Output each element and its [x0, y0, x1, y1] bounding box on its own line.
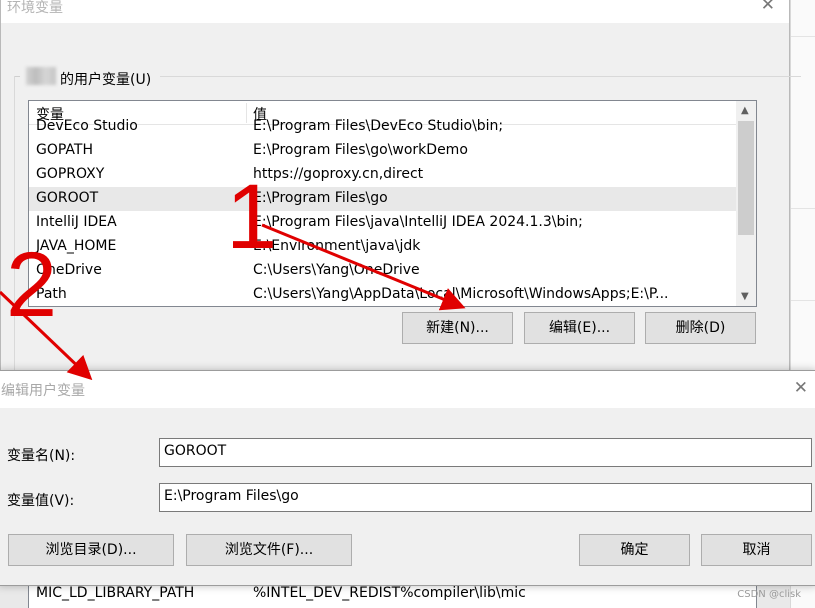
edit-user-variable-dialog: 编辑用户变量 ✕ 变量名(N): GOROOT 变量值(V): E:\Progr…: [0, 370, 815, 586]
cancel-button[interactable]: 取消: [701, 534, 812, 566]
dialog-title: 编辑用户变量: [1, 383, 85, 399]
table-row-selected[interactable]: GOROOT E:\Program Files\go: [29, 187, 736, 211]
variable-value-label: 变量值(V):: [7, 493, 75, 509]
table-row[interactable]: IntelliJ IDEA E:\Program Files\java\Inte…: [29, 211, 736, 235]
table-row[interactable]: GOPROXY https://goproxy.cn,direct: [29, 163, 736, 187]
delete-button[interactable]: 删除(D): [645, 312, 756, 344]
close-icon[interactable]: ✕: [794, 378, 808, 398]
close-icon[interactable]: ✕: [761, 0, 775, 15]
vertical-scrollbar[interactable]: ▲ ▼: [736, 101, 756, 306]
edit-button[interactable]: 编辑(E)...: [524, 312, 635, 344]
variable-value-input[interactable]: E:\Program Files\go: [159, 483, 812, 512]
scroll-down-icon[interactable]: ▼: [741, 291, 749, 302]
variable-value: E:\Program Files\DevEco Studio\bin;: [253, 118, 504, 134]
group-border: [14, 76, 15, 386]
watermark: CSDN @clisk: [737, 589, 801, 600]
variable-value: %INTEL_DEV_REDIST%compiler\lib\mic: [253, 585, 526, 601]
variable-value: E:\Program Files\java\IntelliJ IDEA 2024…: [253, 214, 583, 230]
user-variables-list[interactable]: 变量 值 DevEco Studio E:\Program Files\DevE…: [28, 100, 757, 307]
variable-value: C:\Users\Yang\AppData\Local\Microsoft\Wi…: [253, 286, 669, 302]
browse-directory-button[interactable]: 浏览目录(D)...: [8, 534, 174, 566]
ok-button[interactable]: 确定: [579, 534, 690, 566]
variable-name-label: 变量名(N):: [7, 448, 76, 464]
variable-name: GOROOT: [36, 190, 99, 206]
table-row[interactable]: OneDrive C:\Users\Yang\OneDrive: [29, 259, 736, 283]
variable-value: E:\Environment\java\jdk: [253, 238, 421, 254]
variable-name: GOPROXY: [36, 166, 105, 182]
variable-value: E:\Program Files\go\workDemo: [253, 142, 468, 158]
scrollbar-thumb[interactable]: [738, 121, 754, 235]
variable-name: MIC_LD_LIBRARY_PATH: [36, 585, 195, 601]
variable-value: E:\Program Files\go: [253, 190, 388, 206]
table-row[interactable]: DevEco Studio E:\Program Files\DevEco St…: [29, 115, 736, 139]
table-row[interactable]: MIC_LD_LIBRARY_PATH %INTEL_DEV_REDIST%co…: [28, 584, 757, 608]
scroll-up-icon[interactable]: ▲: [741, 105, 749, 116]
variable-name: GOPATH: [36, 142, 93, 158]
variable-value: https://goproxy.cn,direct: [253, 166, 424, 182]
variable-name: OneDrive: [36, 262, 102, 278]
table-row[interactable]: Path C:\Users\Yang\AppData\Local\Microso…: [29, 283, 736, 306]
title-bar: 编辑用户变量 ✕: [0, 371, 815, 408]
variable-value: C:\Users\Yang\OneDrive: [253, 262, 420, 278]
user-variables-group-label: 的用户变量(U): [60, 72, 152, 88]
variable-name: IntelliJ IDEA: [36, 214, 117, 230]
table-row[interactable]: JAVA_HOME E:\Environment\java\jdk: [29, 235, 736, 259]
blurred-username: [26, 67, 56, 85]
variable-name-input[interactable]: GOROOT: [159, 438, 812, 467]
variable-name: DevEco Studio: [36, 118, 138, 134]
group-border: [160, 76, 801, 77]
table-row[interactable]: GOPATH E:\Program Files\go\workDemo: [29, 139, 736, 163]
title-bar: 环境变量 ✕: [1, 0, 789, 23]
variable-name: JAVA_HOME: [36, 238, 117, 254]
variable-name: Path: [36, 286, 67, 302]
new-button[interactable]: 新建(N)...: [402, 312, 513, 344]
browse-file-button[interactable]: 浏览文件(F)...: [186, 534, 352, 566]
window-title: 环境变量: [7, 0, 63, 16]
